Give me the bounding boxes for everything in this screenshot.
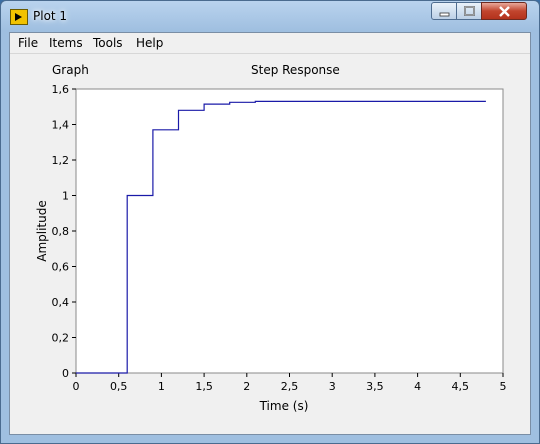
client-area: File Items Tools Help Graph Step Respons…	[9, 32, 531, 435]
x-tick-label: 1,5	[195, 380, 213, 393]
y-tick-label: 0,2	[52, 332, 70, 345]
x-tick-label: 0	[73, 380, 80, 393]
x-tick-label: 4	[414, 380, 421, 393]
minimize-icon	[439, 12, 450, 17]
x-tick-label: 4,5	[452, 380, 470, 393]
y-tick-label: 0,4	[52, 296, 70, 309]
x-tick-label: 0,5	[110, 380, 128, 393]
maximize-icon	[464, 6, 475, 16]
x-axis-label: Time (s)	[259, 399, 309, 413]
x-tick-label: 5	[500, 380, 507, 393]
x-tick-label: 2,5	[281, 380, 299, 393]
y-tick-label: 1	[62, 190, 69, 203]
y-tick-label: 1,6	[52, 83, 70, 96]
main-window: Plot 1 File Items Tools Help Graph Step …	[0, 0, 540, 444]
x-tick-label: 1	[158, 380, 165, 393]
maximize-button[interactable]	[456, 2, 482, 20]
labview-vi-icon[interactable]	[10, 9, 28, 25]
y-tick-label: 0	[62, 367, 69, 380]
y-axis-label: Amplitude	[35, 200, 49, 262]
window-title: Plot 1	[33, 9, 68, 23]
y-tick-label: 1,4	[52, 119, 70, 132]
x-tick-label: 2	[243, 380, 250, 393]
close-button[interactable]	[481, 2, 527, 20]
close-icon	[499, 6, 510, 17]
plot-area[interactable]	[75, 88, 504, 374]
minimize-button[interactable]	[431, 2, 457, 20]
y-tick-label: 1,2	[52, 154, 70, 167]
x-tick-label: 3,5	[366, 380, 384, 393]
step-response-plot[interactable]: 0 0,2 0,4 0,6 0,8 1 1,2 1,4 1,6 0 0,5 1 1,5 2 2,5 3 3,5…	[10, 33, 530, 434]
x-tick-label: 3	[329, 380, 336, 393]
y-tick-label: 0,8	[52, 225, 70, 238]
title-bar[interactable]: Plot 1	[1, 1, 539, 32]
y-tick-label: 0,6	[52, 261, 70, 274]
